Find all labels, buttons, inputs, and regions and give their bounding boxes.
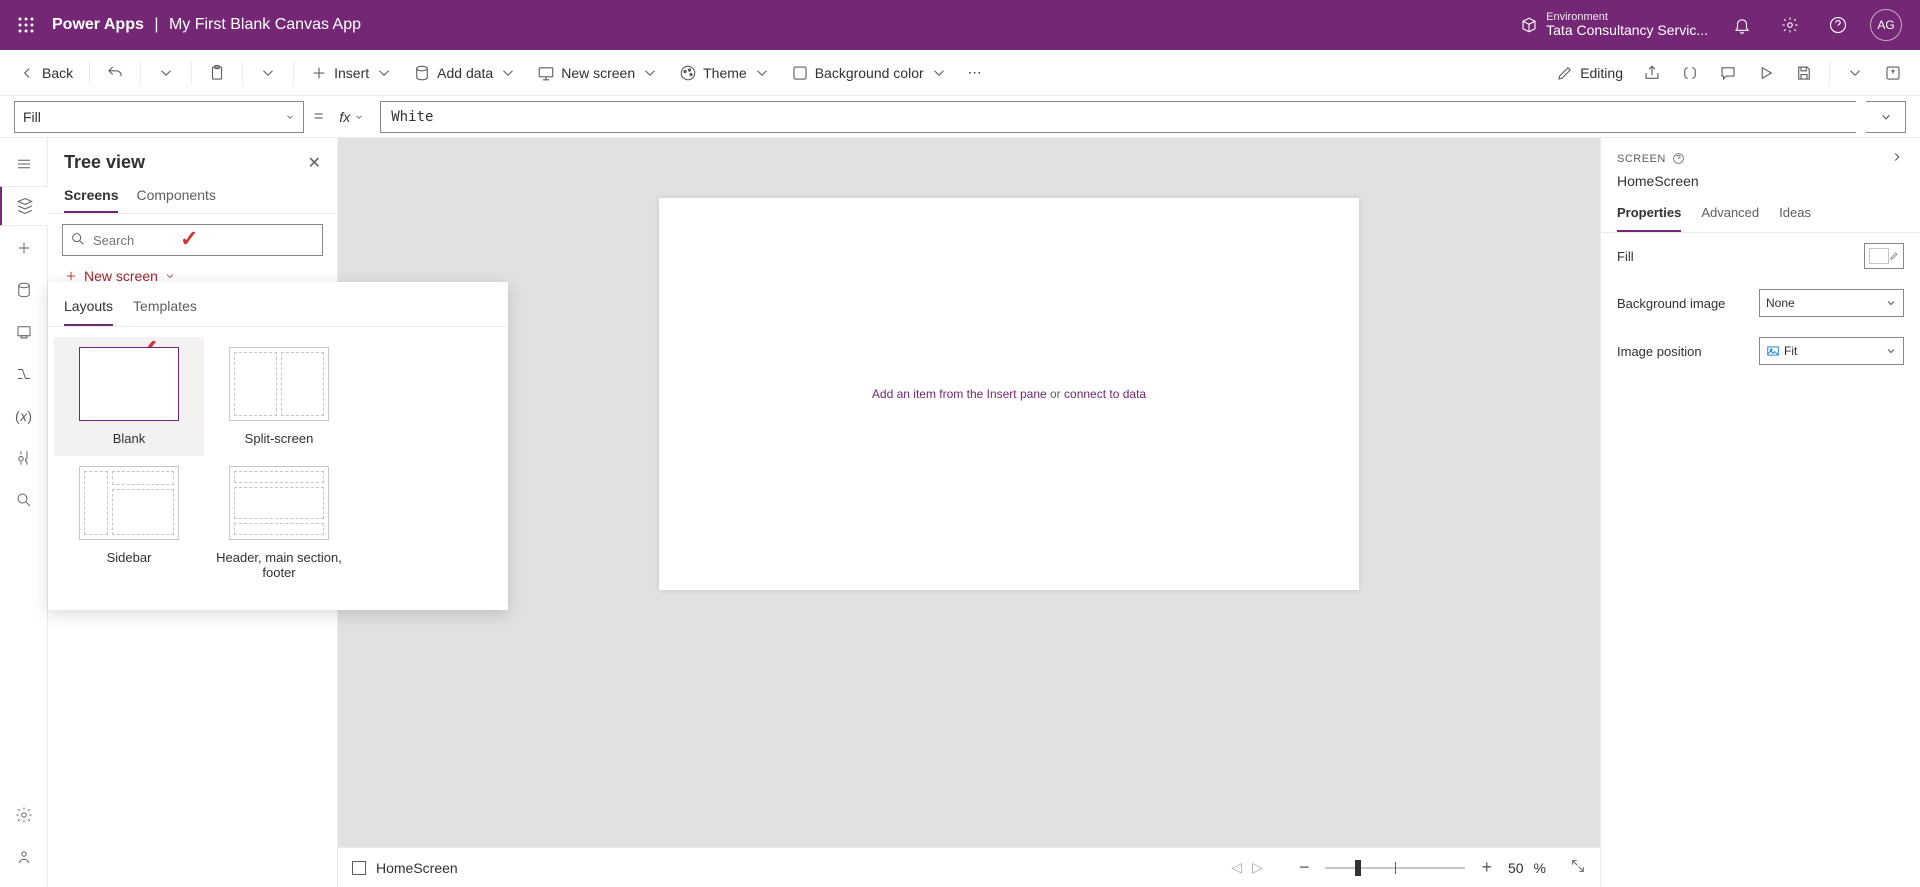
- image-icon: [1766, 344, 1780, 358]
- environment-picker[interactable]: Environment Tata Consultancy Servic...: [1520, 11, 1708, 38]
- comments-button[interactable]: [1711, 56, 1745, 90]
- tab-advanced[interactable]: Advanced: [1701, 199, 1759, 232]
- user-avatar[interactable]: AG: [1870, 9, 1902, 41]
- app-header: Power Apps | My First Blank Canvas App E…: [0, 0, 1920, 50]
- rail-search-icon[interactable]: [4, 480, 44, 520]
- tree-search: ✓: [62, 224, 323, 256]
- new-screen-button[interactable]: New screen: [529, 56, 667, 90]
- environment-icon: [1520, 16, 1538, 34]
- formula-bar: Fill = fx White: [0, 96, 1920, 138]
- pane-expand-icon[interactable]: [1890, 150, 1904, 167]
- zoom-out-button[interactable]: −: [1293, 857, 1316, 878]
- bgimage-select[interactable]: None: [1759, 289, 1904, 317]
- rail-ask-icon[interactable]: [4, 837, 44, 877]
- more-button[interactable]: ⋯: [960, 56, 990, 90]
- settings-icon[interactable]: [1766, 0, 1814, 50]
- formula-expand-button[interactable]: [1866, 101, 1906, 133]
- annotation-checkmark: ✓: [180, 226, 198, 252]
- rail-data-icon[interactable]: [4, 270, 44, 310]
- notifications-icon[interactable]: [1718, 0, 1766, 50]
- properties-pane: SCREEN HomeScreen Properties Advanced Id…: [1600, 138, 1920, 887]
- help-icon[interactable]: [1814, 0, 1862, 50]
- fx-button[interactable]: fx: [333, 109, 370, 125]
- flyout-tab-templates[interactable]: Templates: [133, 292, 197, 326]
- insert-button[interactable]: Insert: [302, 56, 401, 90]
- tab-components[interactable]: Components: [136, 187, 215, 213]
- tree-view-pane: Tree view ✕ Screens Components ✓ New scr…: [48, 138, 338, 887]
- publish-button[interactable]: [1876, 56, 1910, 90]
- close-icon[interactable]: ✕: [308, 153, 321, 173]
- nav-prev-icon[interactable]: ◁: [1231, 859, 1242, 876]
- prop-imgpos-label: Image position: [1617, 344, 1702, 359]
- imgpos-select[interactable]: Fit: [1759, 337, 1904, 365]
- flyout-tab-layouts[interactable]: Layouts: [64, 292, 113, 326]
- add-data-button[interactable]: Add data: [405, 56, 525, 90]
- fit-to-window-icon[interactable]: [1570, 858, 1586, 877]
- command-ribbon: Back Insert Add data New screen Theme Ba…: [0, 50, 1920, 96]
- paste-button[interactable]: [200, 56, 234, 90]
- pane-type-label: SCREEN: [1617, 152, 1685, 165]
- paste-split-button[interactable]: [251, 56, 285, 90]
- nav-next-icon[interactable]: ▷: [1252, 859, 1263, 876]
- undo-split-button[interactable]: [149, 56, 183, 90]
- share-button[interactable]: [1635, 56, 1669, 90]
- rail-hamburger-icon[interactable]: [4, 144, 44, 184]
- zoom-in-button[interactable]: +: [1475, 857, 1498, 878]
- tab-screens[interactable]: Screens: [64, 187, 118, 213]
- connect-data-link[interactable]: connect to data: [1064, 387, 1146, 401]
- pencil-icon: [1889, 251, 1899, 261]
- design-canvas[interactable]: Add an item from the Insert pane or conn…: [659, 198, 1359, 590]
- fill-color-picker[interactable]: [1864, 243, 1904, 269]
- app-name[interactable]: My First Blank Canvas App: [169, 16, 361, 33]
- theme-button[interactable]: Theme: [671, 56, 779, 90]
- header-title: Power Apps | My First Blank Canvas App: [52, 16, 361, 34]
- product-name[interactable]: Power Apps: [52, 16, 144, 33]
- prop-bgimage-label: Background image: [1617, 296, 1725, 311]
- canvas-area: Add an item from the Insert pane or conn…: [338, 138, 1600, 887]
- status-bar: HomeScreen ◁ ▷ − + 50 %: [338, 847, 1600, 887]
- equals-label: =: [314, 108, 323, 126]
- rail-insert-icon[interactable]: [4, 228, 44, 268]
- layout-blank[interactable]: ✓ Blank: [54, 337, 204, 456]
- layout-split-screen[interactable]: Split-screen: [204, 337, 354, 456]
- property-selector[interactable]: Fill: [14, 101, 304, 133]
- rail-variables-icon[interactable]: (𝑥): [4, 396, 44, 436]
- zoom-slider[interactable]: [1325, 858, 1465, 878]
- app-launcher-icon[interactable]: [10, 9, 42, 41]
- app-checker-button[interactable]: [1673, 56, 1707, 90]
- rail-media-icon[interactable]: [4, 312, 44, 352]
- new-screen-flyout: Layouts Templates ✓ Blank Split-screen S…: [48, 282, 508, 610]
- tree-view-title: Tree view: [64, 152, 145, 173]
- status-screen-name[interactable]: HomeScreen: [376, 860, 458, 876]
- rail-tree-view-icon[interactable]: [0, 186, 48, 226]
- tab-properties[interactable]: Properties: [1617, 199, 1681, 232]
- save-split-button[interactable]: [1838, 56, 1872, 90]
- formula-input[interactable]: White: [380, 101, 1856, 133]
- preview-button[interactable]: [1749, 56, 1783, 90]
- selected-element-name: HomeScreen: [1601, 171, 1920, 199]
- rail-tools-icon[interactable]: [4, 438, 44, 478]
- layout-header-main-footer[interactable]: Header, main section, footer: [204, 456, 354, 590]
- editing-mode-button[interactable]: Editing: [1548, 56, 1631, 90]
- prop-fill-label: Fill: [1617, 249, 1634, 264]
- rail-flows-icon[interactable]: [4, 354, 44, 394]
- screen-icon: [352, 861, 366, 875]
- save-button[interactable]: [1787, 56, 1821, 90]
- insert-pane-link[interactable]: Add an item from the Insert pane: [872, 387, 1047, 401]
- search-icon: [70, 231, 86, 250]
- canvas-hint: Add an item from the Insert pane or conn…: [872, 387, 1146, 401]
- undo-button[interactable]: [98, 56, 132, 90]
- back-button[interactable]: Back: [10, 56, 81, 90]
- tab-ideas[interactable]: Ideas: [1779, 199, 1811, 232]
- bg-color-button[interactable]: Background color: [783, 56, 956, 90]
- info-icon[interactable]: [1672, 152, 1685, 165]
- zoom-value: 50: [1508, 860, 1524, 876]
- layout-sidebar[interactable]: Sidebar: [54, 456, 204, 590]
- rail-settings-icon[interactable]: [4, 795, 44, 835]
- left-rail: (𝑥): [0, 138, 48, 887]
